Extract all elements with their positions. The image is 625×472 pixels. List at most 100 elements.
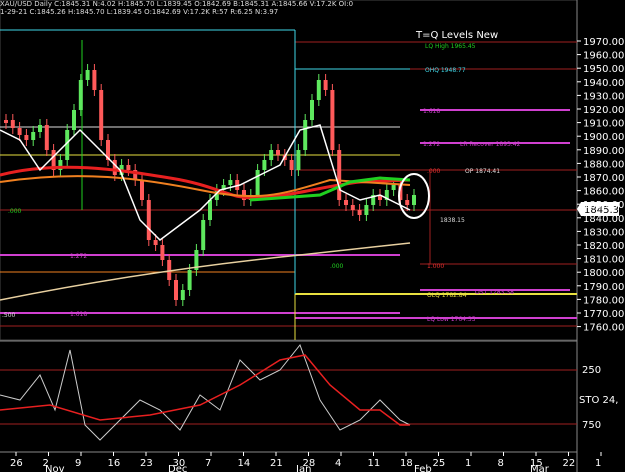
candle-body xyxy=(78,80,83,110)
candle-body xyxy=(344,200,348,205)
price-tick-label: 1960.00 xyxy=(583,51,624,62)
stochastic-oscillator xyxy=(0,343,411,441)
level-500-label: .500 xyxy=(2,312,16,319)
lq-high-label: LQ High 1965.45 xyxy=(425,43,476,50)
candle-body xyxy=(303,120,308,150)
candle-body xyxy=(323,80,328,90)
level-1272-bot-label: 1.272 xyxy=(70,253,87,260)
date-tick-label: 26 xyxy=(10,458,23,469)
price-tick-label: 1910.00 xyxy=(583,119,624,130)
candle-body xyxy=(187,270,192,290)
date-tick-label: 18 xyxy=(400,458,413,469)
price-tick-label: 1840.00 xyxy=(583,214,624,225)
op-label: OP 1874.41 xyxy=(465,168,500,175)
month-label: Dec xyxy=(168,464,187,472)
olq-label: OLQ 1782.84 xyxy=(427,292,467,299)
candle-body xyxy=(10,120,15,128)
level-000-top-label: .000 xyxy=(427,168,441,175)
price-tick-label: 1770.00 xyxy=(583,309,624,320)
candle-body xyxy=(24,135,29,140)
price-tick-label: 1940.00 xyxy=(583,78,624,89)
candle-body xyxy=(255,170,260,195)
candle-body xyxy=(276,150,280,155)
level-1272-top-label: 1.272 xyxy=(423,141,440,148)
ohq-label: OHQ 1948.77 xyxy=(425,67,466,74)
recover-label: LR Recover 1893.42 xyxy=(460,141,521,148)
candle-body xyxy=(310,100,314,120)
price-tick-label: 1900.00 xyxy=(583,132,624,143)
level-000-low-label: .000 xyxy=(330,263,344,270)
price-tick-label: 1800.00 xyxy=(583,268,624,279)
date-tick-label: 14 xyxy=(238,458,251,469)
date-tick-label: 7 xyxy=(205,458,211,469)
candle-body xyxy=(160,245,165,260)
date-tick-label: 25 xyxy=(433,458,446,469)
level-1618-top-label: 1.618 xyxy=(423,108,440,115)
osc-level-250: 250 xyxy=(582,365,601,376)
candle-body xyxy=(44,125,49,150)
osc-level-750: 750 xyxy=(582,420,601,431)
date-tick-label: 4 xyxy=(335,458,341,469)
date-tick-label: 11 xyxy=(368,458,381,469)
price-tick-label: 1920.00 xyxy=(583,105,624,116)
candle-body xyxy=(146,200,151,240)
level-1618-bot-label: 1.618 xyxy=(70,311,87,318)
candle-body xyxy=(364,205,369,215)
ost-label: OST 1783.38 xyxy=(475,289,514,296)
price-tick-label: 1970.00 xyxy=(583,37,624,48)
candle-body xyxy=(92,70,97,90)
date-tick-label: 1 xyxy=(595,458,601,469)
candle-body xyxy=(228,180,233,185)
candle-body xyxy=(269,150,274,160)
price-tick-label: 1860.00 xyxy=(583,187,624,198)
candlestick-series xyxy=(4,64,416,306)
candle-body xyxy=(17,128,22,135)
candle-body xyxy=(4,120,8,123)
lq-low-label: LQ Low 1764.35 xyxy=(427,316,476,323)
price-tick-label: 1950.00 xyxy=(583,64,624,75)
candle-body xyxy=(208,200,212,220)
stochastic-k-line xyxy=(0,343,411,441)
date-tick-label: 9 xyxy=(75,458,81,469)
price-tick-label: 1890.00 xyxy=(583,146,624,157)
date-tick-label: 23 xyxy=(140,458,153,469)
price-tick-label: 1820.00 xyxy=(583,241,624,252)
candle-body xyxy=(85,70,90,80)
candle-body xyxy=(31,132,36,140)
candle-body xyxy=(350,205,355,210)
candle-body xyxy=(99,90,104,140)
candle-body xyxy=(112,160,117,175)
price-tick-label: 1810.00 xyxy=(583,255,624,266)
price-tick-label: 1930.00 xyxy=(583,91,624,102)
month-label: Mar xyxy=(530,464,550,472)
month-label: Jan xyxy=(295,464,311,472)
price-tick-label: 1790.00 xyxy=(583,282,624,293)
candle-body xyxy=(140,180,144,200)
moving-averages xyxy=(0,124,411,301)
price-tick-label: 1780.00 xyxy=(583,295,624,306)
candle-body xyxy=(174,280,178,300)
month-label: Feb xyxy=(414,464,432,472)
level-000-mid-label: .000 xyxy=(8,208,22,215)
candle-body xyxy=(391,185,396,190)
date-axis: 26291623307142128411182518152218NovDecJa… xyxy=(10,452,602,472)
level-1000-label: 1.000 xyxy=(427,263,444,270)
stochastic-d-line xyxy=(0,354,410,426)
price-axis: 1970.00 1960.00 1950.00 1940.00 1930.00 1920.… xyxy=(577,37,624,334)
candle-body xyxy=(405,200,410,205)
stochastic-label: STO 24, xyxy=(579,395,618,406)
candle-body xyxy=(72,110,76,130)
candle-body xyxy=(289,160,294,170)
candle-body xyxy=(262,160,267,170)
candle-body xyxy=(296,150,301,170)
date-tick-label: 22 xyxy=(563,458,576,469)
candle-body xyxy=(38,125,42,132)
candle-body xyxy=(412,195,416,205)
price-tick-label: 1880.00 xyxy=(583,159,624,170)
price-tick-label: 1850.00 xyxy=(583,200,624,211)
candle-body xyxy=(201,220,206,250)
level-1838-label: 1838.15 xyxy=(440,217,465,224)
candle-body xyxy=(153,240,158,245)
candle-body xyxy=(180,290,185,300)
price-chart[interactable]: LQ High 1965.45 OHQ 1948.77 1.618 1.272 … xyxy=(0,0,625,472)
